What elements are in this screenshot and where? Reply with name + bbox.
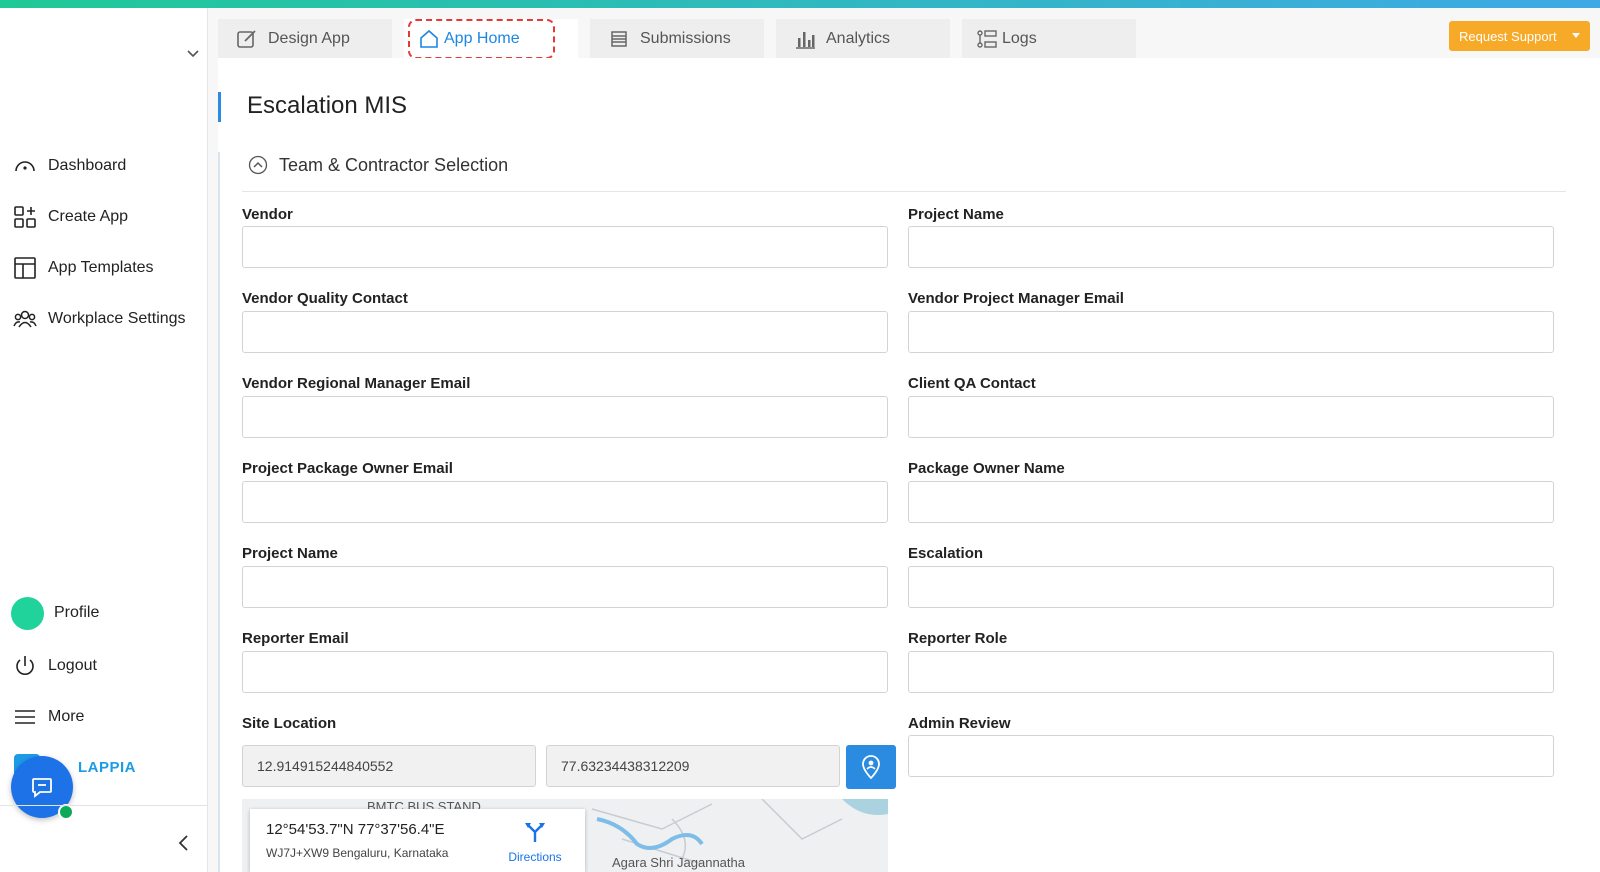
sidebar-bottom-nav: Profile Logout More <box>0 586 208 742</box>
latitude-input[interactable] <box>242 745 536 787</box>
request-support-label: Request Support <box>1459 28 1557 44</box>
directions-label: Directions <box>508 850 562 864</box>
app-templates-layout-icon <box>12 255 38 281</box>
tab-logs[interactable]: Logs <box>962 19 1136 59</box>
location-map[interactable]: BMTC BUS STAND Agara Shri Jagannatha 12°… <box>242 799 888 872</box>
sidebar-item-create-app[interactable]: Create App <box>0 191 208 242</box>
sidebar-item-label: Create App <box>48 207 129 225</box>
users-group-icon <box>12 306 38 332</box>
label-reporter-email: Reporter Email <box>242 630 349 647</box>
label-project-name-right: Project Name <box>908 206 1004 223</box>
sidebar-divider <box>0 805 208 806</box>
tab-label: Design App <box>268 30 350 47</box>
label-project-name-left: Project Name <box>242 545 338 562</box>
section-header-team-contractor[interactable]: Team & Contractor Selection <box>247 152 508 178</box>
left-border <box>218 152 220 872</box>
label-vendor-quality-contact: Vendor Quality Contact <box>242 290 408 307</box>
sidebar-item-more[interactable]: More <box>0 691 208 742</box>
menu-icon <box>12 704 38 730</box>
bar-chart-icon <box>794 28 816 50</box>
collapse-sidebar-icon[interactable] <box>176 834 192 852</box>
edit-icon <box>236 28 258 50</box>
project-name-input-left[interactable] <box>242 566 888 608</box>
power-icon <box>12 653 38 679</box>
sidebar-item-label: Dashboard <box>48 156 127 174</box>
sidebar-item-label: More <box>48 707 85 725</box>
map-plus-code: WJ7J+XW9 Bengaluru, Karnataka <box>266 846 449 860</box>
chat-icon <box>32 778 52 798</box>
pick-location-button[interactable] <box>846 745 896 789</box>
vendor-project-manager-email-input[interactable] <box>908 311 1554 353</box>
tab-label: Analytics <box>826 30 891 47</box>
logs-icon <box>976 28 998 50</box>
label-client-qa-contact: Client QA Contact <box>908 375 1036 392</box>
location-pin-icon <box>862 755 880 780</box>
package-owner-name-input[interactable] <box>908 481 1554 523</box>
title-accent-bar <box>218 92 221 122</box>
label-admin-review: Admin Review <box>908 715 1011 732</box>
label-escalation: Escalation <box>908 545 984 562</box>
sidebar-item-label: Logout <box>48 656 97 674</box>
map-coordinates: 12°54'53.7"N 77°37'56.4"E <box>266 821 445 838</box>
dashboard-gauge-icon <box>12 153 38 179</box>
map-info-card: 12°54'53.7"N 77°37'56.4"E WJ7J+XW9 Benga… <box>250 809 585 872</box>
label-package-owner-name: Package Owner Name <box>908 460 1065 477</box>
tab-label: Logs <box>1002 30 1037 47</box>
reporter-email-input[interactable] <box>242 651 888 693</box>
main-area: Design App App Home Submissions Analytic… <box>208 8 1600 872</box>
directions-button[interactable]: Directions <box>502 821 568 864</box>
map-place-label: Agara Shri Jagannatha <box>612 855 745 870</box>
section-divider <box>242 191 1566 192</box>
sidebar-nav: Dashboard Create App App Templates Workp… <box>0 140 208 344</box>
sidebar-item-app-templates[interactable]: App Templates <box>0 242 208 293</box>
directions-icon <box>525 823 545 842</box>
sidebar-item-logout[interactable]: Logout <box>0 640 208 691</box>
create-app-grid-icon <box>12 204 38 230</box>
label-vendor-regional-manager-email: Vendor Regional Manager Email <box>242 375 471 392</box>
request-support-button[interactable]: Request Support <box>1449 21 1590 51</box>
sidebar-item-profile[interactable]: Profile <box>0 586 208 640</box>
sidebar-item-workplace-settings[interactable]: Workplace Settings <box>0 293 208 344</box>
label-vendor-project-manager-email: Vendor Project Manager Email <box>908 290 1124 307</box>
tab-analytics[interactable]: Analytics <box>776 19 950 59</box>
active-tab-highlight <box>408 19 555 59</box>
sidebar-item-label: Profile <box>54 604 100 621</box>
sidebar-item-label: App Templates <box>48 258 154 276</box>
reporter-role-input[interactable] <box>908 651 1554 693</box>
tab-design-app[interactable]: Design App <box>218 19 392 59</box>
avatar <box>11 596 44 630</box>
vendor-input[interactable] <box>242 226 888 268</box>
sidebar: Dashboard Create App App Templates Workp… <box>0 8 208 872</box>
top-gradient-bar <box>0 0 1600 8</box>
chevron-down-icon[interactable] <box>186 46 200 60</box>
list-icon <box>608 28 630 50</box>
tab-label: Submissions <box>640 30 731 47</box>
project-name-input-right[interactable] <box>908 226 1554 268</box>
page-title: Escalation MIS <box>247 92 408 119</box>
label-vendor: Vendor <box>242 206 293 223</box>
tab-app-home[interactable]: App Home <box>404 19 578 59</box>
caret-down-icon <box>1572 33 1580 38</box>
admin-review-input[interactable] <box>908 735 1554 777</box>
label-project-package-owner-email: Project Package Owner Email <box>242 460 453 477</box>
label-reporter-role: Reporter Role <box>908 630 1008 647</box>
sidebar-item-label: Workplace Settings <box>48 309 186 327</box>
online-status-dot <box>58 804 74 820</box>
vendor-regional-manager-email-input[interactable] <box>242 396 888 438</box>
tab-submissions[interactable]: Submissions <box>590 19 764 59</box>
chevron-up-circle-icon <box>248 155 268 175</box>
client-qa-contact-input[interactable] <box>908 396 1554 438</box>
section-title: Team & Contractor Selection <box>279 154 509 175</box>
form-panel: Escalation MIS Team & Contractor Selecti… <box>218 58 1600 872</box>
project-package-owner-email-input[interactable] <box>242 481 888 523</box>
longitude-input[interactable] <box>546 745 840 787</box>
sidebar-item-dashboard[interactable]: Dashboard <box>0 140 208 191</box>
escalation-input[interactable] <box>908 566 1554 608</box>
brand-text: LAPPIA <box>78 759 137 776</box>
label-site-location: Site Location <box>242 715 337 732</box>
vendor-quality-contact-input[interactable] <box>242 311 888 353</box>
